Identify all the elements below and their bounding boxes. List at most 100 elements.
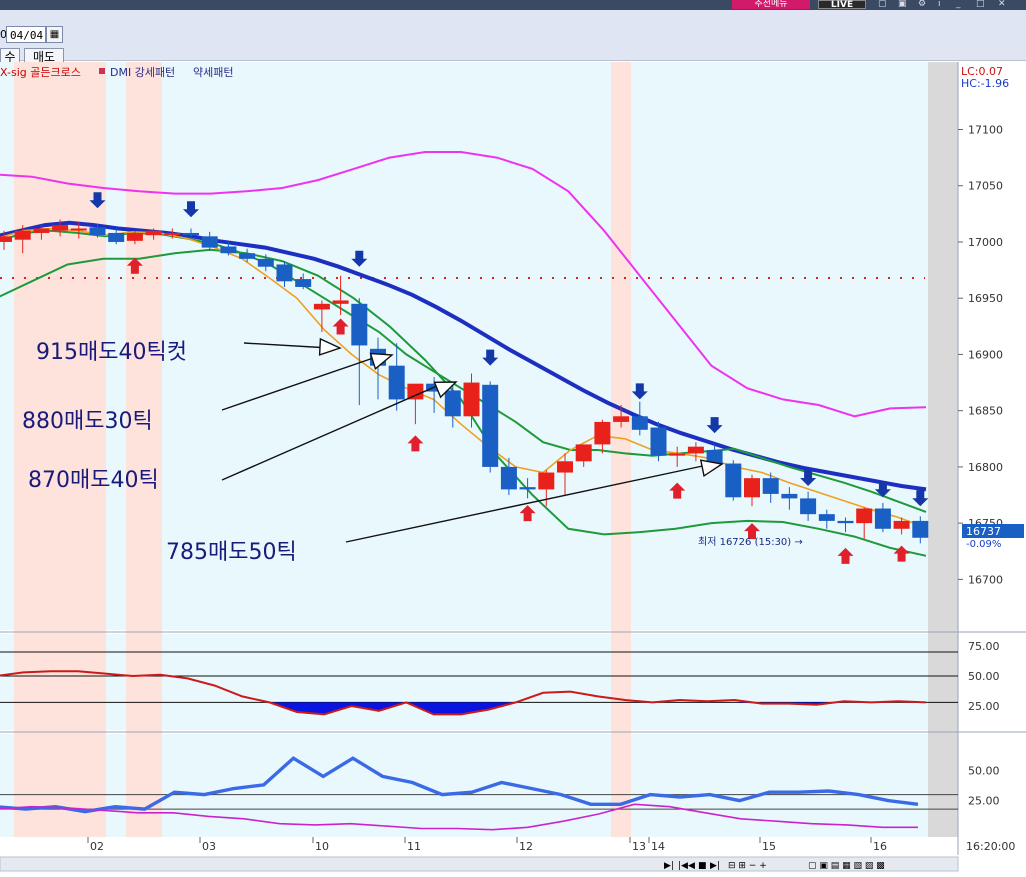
chart-tool-icons[interactable]: ▢ ▣ ▤ ▦ ▧ ▨ ▩ bbox=[808, 861, 885, 871]
current-time: 16:20:00 bbox=[966, 840, 1015, 853]
candle-body bbox=[687, 446, 704, 454]
price-tick-label: 16700 bbox=[968, 573, 1003, 586]
time-tick-label: 16 bbox=[873, 840, 887, 853]
candle-body bbox=[52, 225, 69, 231]
copy-icon[interactable]: ▣ bbox=[898, 0, 907, 9]
candle-body bbox=[33, 228, 50, 233]
close-icon[interactable]: ✕ bbox=[998, 0, 1006, 9]
time-tick-label: 13 bbox=[632, 840, 646, 853]
price-tick-label: 17050 bbox=[968, 180, 1003, 193]
candle-body bbox=[183, 232, 199, 236]
calendar-icon[interactable]: ▦ bbox=[46, 26, 63, 43]
legend-item-dmi-bull: DMI 강세패턴 bbox=[110, 66, 175, 79]
candle-body bbox=[762, 478, 779, 494]
candle-body bbox=[818, 514, 835, 521]
info-icon[interactable]: i bbox=[938, 0, 941, 9]
candle-body bbox=[276, 264, 293, 282]
time-tick-label: 12 bbox=[519, 840, 533, 853]
candle-body bbox=[650, 427, 667, 456]
time-axis-bg bbox=[0, 837, 958, 855]
candle-body bbox=[874, 508, 891, 529]
candle-body bbox=[594, 421, 611, 445]
time-tick-label: 14 bbox=[651, 840, 665, 853]
candle-body bbox=[14, 230, 31, 240]
candle-body bbox=[164, 232, 181, 235]
legend-item-bear: 약세패턴 bbox=[193, 65, 233, 79]
candle-body bbox=[332, 300, 349, 304]
candle-body bbox=[575, 444, 592, 462]
candle-body bbox=[257, 258, 274, 267]
price-tick-label: 16950 bbox=[968, 292, 1003, 305]
toolbar: 0 04/04 ▦ 수 매도 bbox=[0, 10, 1026, 67]
annotation-text: 870매도40틱 bbox=[28, 468, 159, 493]
candle-body bbox=[239, 253, 256, 259]
date-input[interactable]: 04/04 bbox=[6, 26, 46, 43]
legend-item-goldencross: X-sig 골든크로스 bbox=[0, 66, 81, 79]
candle-body bbox=[538, 472, 555, 490]
scroll-controls: ▶| |◀◀ ■ ▶| ⊟ ⊞ − + ▢ ▣ ▤ ▦ ▧ ▨ ▩ bbox=[0, 856, 959, 872]
price-tick-label: 17100 bbox=[968, 123, 1003, 136]
candle-body bbox=[70, 228, 87, 231]
candle-body bbox=[613, 416, 630, 422]
legend: X-sig 골든크로스 DMI 강세패턴 약세패턴 bbox=[0, 65, 233, 79]
scroll-first-button[interactable]: ▶| bbox=[664, 861, 674, 871]
time-tick-label: 10 bbox=[315, 840, 329, 853]
live-button[interactable]: LIVE bbox=[818, 0, 866, 10]
candle-body bbox=[313, 303, 330, 310]
osc1-tick-label: 50.00 bbox=[968, 670, 1000, 683]
candle-body bbox=[295, 279, 312, 287]
scroll-next-button[interactable]: ▶| bbox=[710, 861, 720, 871]
window-icon[interactable]: ▢ bbox=[878, 0, 887, 9]
candle-body bbox=[856, 508, 873, 524]
time-tick-label: 15 bbox=[762, 840, 776, 853]
candle-body bbox=[781, 493, 798, 499]
time-tick-label: 11 bbox=[407, 840, 421, 853]
minimize-icon[interactable]: _ bbox=[956, 0, 961, 9]
osc1-tick-label: 75.00 bbox=[968, 640, 1000, 653]
candle-body bbox=[351, 303, 368, 346]
candle-body bbox=[482, 384, 499, 467]
candle-body bbox=[519, 487, 536, 490]
candle-body bbox=[463, 382, 480, 417]
time-tick-label: 02 bbox=[90, 840, 104, 853]
annotation-text: 785매도50틱 bbox=[166, 540, 297, 565]
scroll-stop-button[interactable]: ■ bbox=[698, 861, 707, 871]
candle-body bbox=[145, 230, 162, 236]
zoom-controls[interactable]: ⊟ ⊞ − + bbox=[728, 861, 767, 871]
candle-body bbox=[500, 466, 517, 490]
candle-body bbox=[201, 236, 218, 248]
settings-icon[interactable]: ⚙ bbox=[918, 0, 926, 9]
osc1-tick-label: 25.00 bbox=[968, 700, 1000, 713]
candle-body bbox=[557, 461, 573, 473]
candle-body bbox=[220, 246, 237, 254]
candle-body bbox=[669, 453, 686, 456]
candle-body bbox=[837, 520, 854, 524]
candle-body bbox=[893, 520, 910, 529]
chart-area: X-sig 골든크로스 DMI 강세패턴 약세패턴 LC:0.07 HC:-1.… bbox=[0, 62, 1026, 877]
annotation-text: 880매도30틱 bbox=[22, 409, 153, 434]
price-tick-label: 17000 bbox=[968, 236, 1003, 249]
maximize-icon[interactable]: □ bbox=[976, 0, 985, 9]
osc2-tick-label: 25.00 bbox=[968, 795, 1000, 808]
future-area bbox=[928, 62, 958, 837]
title-bar: 추천메뉴 LIVE ▢ ▣ ⚙ i _ □ ✕ bbox=[0, 0, 1026, 10]
candle-body bbox=[89, 227, 106, 236]
time-tick-label: 03 bbox=[202, 840, 216, 853]
session-shade bbox=[14, 62, 106, 837]
recommend-menu-button[interactable]: 추천메뉴 bbox=[732, 0, 810, 9]
annotation-text: 915매도40틱컷 bbox=[36, 340, 187, 365]
price-tick-label: 16800 bbox=[968, 461, 1003, 474]
session-shade bbox=[611, 62, 631, 837]
low-annotation: 최저 16726 (15:30) → bbox=[698, 536, 803, 548]
scroll-prev-button[interactable]: |◀◀ bbox=[678, 861, 695, 871]
candle-body bbox=[407, 383, 424, 400]
current-price-value: 16737 bbox=[966, 525, 1001, 538]
candle-body bbox=[126, 232, 143, 241]
candle-body bbox=[108, 232, 125, 242]
candle-body bbox=[444, 390, 461, 417]
candle-body bbox=[725, 463, 742, 498]
price-tick-label: 16850 bbox=[968, 405, 1003, 418]
candle-body bbox=[800, 498, 817, 515]
session-shade bbox=[126, 62, 162, 837]
candle-body bbox=[744, 478, 760, 498]
